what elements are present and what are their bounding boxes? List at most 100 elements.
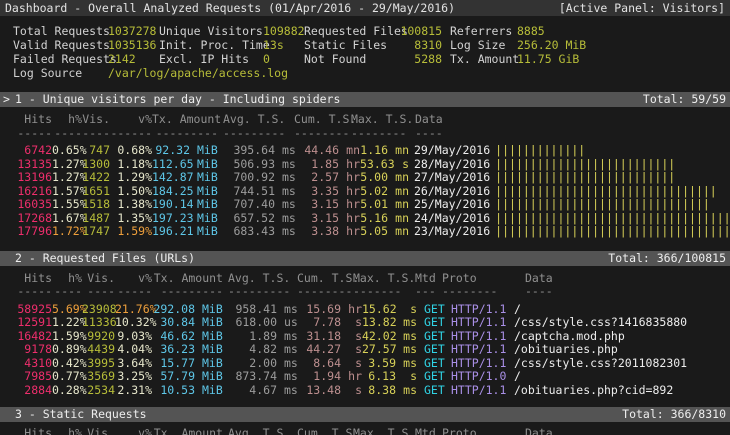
cell-avg-ts: 657.52 (225, 212, 275, 226)
cell-url: / (514, 370, 521, 384)
column-header: Data (525, 427, 553, 435)
header-separator: --------- (152, 285, 223, 299)
summary-label: Requested Files (304, 24, 398, 38)
cell-tx-unit: MiB (190, 225, 225, 239)
cell-vis-pct: 4.04% (115, 343, 152, 357)
summary-row: Log Source/var/log/apache/access.log (0, 66, 730, 80)
table-row[interactable]: 177961.72%17471.59%196.21MiB683.43ms3.38… (0, 225, 730, 239)
column-header: Max. T.S. (353, 272, 408, 286)
cell-tx-unit: MiB (195, 370, 230, 384)
cell-avg-ts: 506.93 (225, 158, 275, 172)
panel-1-rows: 67420.65%7470.68%92.32MiB395.64ms44.46mn… (0, 144, 730, 239)
cell-max-ts: 5.16 (360, 212, 388, 226)
cell-avg-unit: us (277, 316, 306, 330)
cell-avg-unit: ms (277, 343, 306, 357)
summary-label: Excl. IP Hits (159, 52, 263, 66)
cell-visitors: 3995 (82, 357, 115, 371)
table-row[interactable]: 589255.69%2390821.76%292.08MiB958.41ms15… (0, 303, 730, 317)
cell-visitors: 1487 (82, 212, 110, 226)
panel-1: >1 - Unique visitors per day - Including… (0, 92, 730, 239)
cell-visitors: 9920 (82, 330, 115, 344)
table-row[interactable]: 28840.28%25342.31%10.53MiB4.67ms13.48s8.… (0, 384, 730, 398)
summary-label: Failed Requests (13, 52, 108, 66)
cell-bar: ||||||||||||||||||||||||||||||||||| (495, 225, 730, 239)
cell-vis-pct: 21.76% (115, 303, 152, 317)
cell-max-unit: ms (403, 343, 417, 357)
cell-cum-ts: 2.57 (303, 171, 339, 185)
cell-tx-amount: 10.53 (152, 384, 195, 398)
cell-cum-unit: hr (346, 185, 360, 199)
cell-hits-pct: 0.77% (52, 370, 82, 384)
cell-hits-pct: 0.65% (52, 144, 82, 158)
cell-max-ts: 27.57 (362, 343, 396, 357)
cell-cum-ts: 44.46 (303, 144, 339, 158)
column-header: Cum. T.S. (294, 113, 351, 127)
cell-hits-pct: 1.67% (52, 212, 82, 226)
cell-vis-pct: 1.50% (110, 185, 152, 199)
column-header: Tx. Amount (152, 427, 223, 435)
table-row[interactable]: 162161.57%16511.50%184.25MiB744.51ms3.35… (0, 185, 730, 199)
table-row[interactable]: 172681.67%14871.35%197.23MiB657.52ms3.15… (0, 212, 730, 226)
column-header: Cum. T.S. (297, 272, 353, 286)
column-header: Proto (442, 427, 498, 435)
panel-1-header[interactable]: >1 - Unique visitors per day - Including… (0, 92, 730, 107)
cell-max-unit: s (403, 303, 417, 317)
table-row[interactable]: 160351.55%15181.38%190.14MiB707.40ms3.15… (0, 198, 730, 212)
table-row[interactable]: 164821.59%99209.03%46.62MiB1.89ms31.18s4… (0, 330, 730, 344)
cell-method: GET (424, 343, 451, 357)
table-row[interactable]: 131351.27%13001.18%112.65MiB506.93ms1.85… (0, 158, 730, 172)
cell-vis-pct: 0.68% (110, 144, 152, 158)
panel-2-header[interactable]: 2 - Requested Files (URLs)Total: 366/100… (0, 251, 730, 266)
cell-date: 25/May/2016 (414, 198, 490, 212)
header-separator: ---- (525, 285, 553, 299)
column-header: Cum. T.S. (297, 427, 353, 435)
column-header: Tx. Amount (152, 272, 223, 286)
cell-hits-pct: 1.55% (52, 198, 82, 212)
table-row[interactable]: 67420.65%7470.68%92.32MiB395.64ms44.46mn… (0, 144, 730, 158)
cell-cum-ts: 3.35 (303, 185, 339, 199)
cell-avg-ts: 958.41 (230, 303, 277, 317)
cell-cum-ts: 44.27 (306, 343, 341, 357)
cell-method: GET (424, 330, 451, 344)
cell-vis-pct: 2.31% (115, 384, 152, 398)
table-row[interactable]: 79850.77%35693.25%57.79MiB873.74ms1.94hr… (0, 370, 730, 384)
cell-hits: 13135 (0, 158, 52, 172)
column-header: Max. T.S. (353, 427, 408, 435)
panel-total-count: Total: 59/59 (643, 92, 726, 107)
cell-avg-ts: 700.92 (225, 171, 275, 185)
summary-row: Total Requests1037278Unique Visitors1098… (0, 24, 730, 38)
cell-avg-ts: 744.51 (225, 185, 275, 199)
summary-value: 8885 (517, 24, 545, 38)
cell-bar: ||||||||||||| (495, 144, 585, 158)
summary-value: 11.75 GiB (517, 52, 579, 66)
cell-max-ts: 13.82 (362, 316, 396, 330)
cell-hits-pct: 1.57% (52, 185, 82, 199)
cell-method: GET (424, 357, 451, 371)
cell-tx-unit: MiB (190, 158, 225, 172)
cell-avg-ts: 683.43 (225, 225, 275, 239)
column-header: Hits (0, 427, 52, 435)
cell-cum-unit: hr (346, 171, 360, 185)
summary-value: 8310 (398, 38, 442, 52)
cell-cum-ts: 1.85 (303, 158, 339, 172)
cell-hits-pct: 1.22% (52, 316, 82, 330)
cell-cum-ts: 3.15 (303, 198, 339, 212)
cell-vis-pct: 9.03% (115, 330, 152, 344)
table-row[interactable]: 131961.27%14221.29%142.87MiB700.92ms2.57… (0, 171, 730, 185)
cell-date: 23/May/2016 (414, 225, 490, 239)
panel-3-header[interactable]: 3 - Static RequestsTotal: 366/8310 (0, 407, 730, 422)
cell-method: GET (424, 303, 451, 317)
table-row[interactable]: 43100.42%39953.64%15.77MiB2.00ms8.64s3.5… (0, 357, 730, 371)
cell-hits: 9178 (0, 343, 52, 357)
table-row[interactable]: 91780.89%44394.04%36.23MiB4.82ms44.27s27… (0, 343, 730, 357)
cell-tx-amount: 292.08 (152, 303, 195, 317)
panel-3: 3 - Static RequestsTotal: 366/8310Hitsh%… (0, 407, 730, 435)
cell-hits: 16216 (0, 185, 52, 199)
table-row[interactable]: 125911.22%1133610.32%30.84MiB618.00us7.7… (0, 316, 730, 330)
active-panel-marker (3, 251, 15, 266)
cell-cum-ts: 3.15 (303, 212, 339, 226)
cell-max-ts: 5.02 (360, 185, 388, 199)
cell-cum-ts: 15.69 (306, 303, 341, 317)
header-separator: ------- (353, 285, 408, 299)
cell-cum-unit: hr (346, 212, 360, 226)
